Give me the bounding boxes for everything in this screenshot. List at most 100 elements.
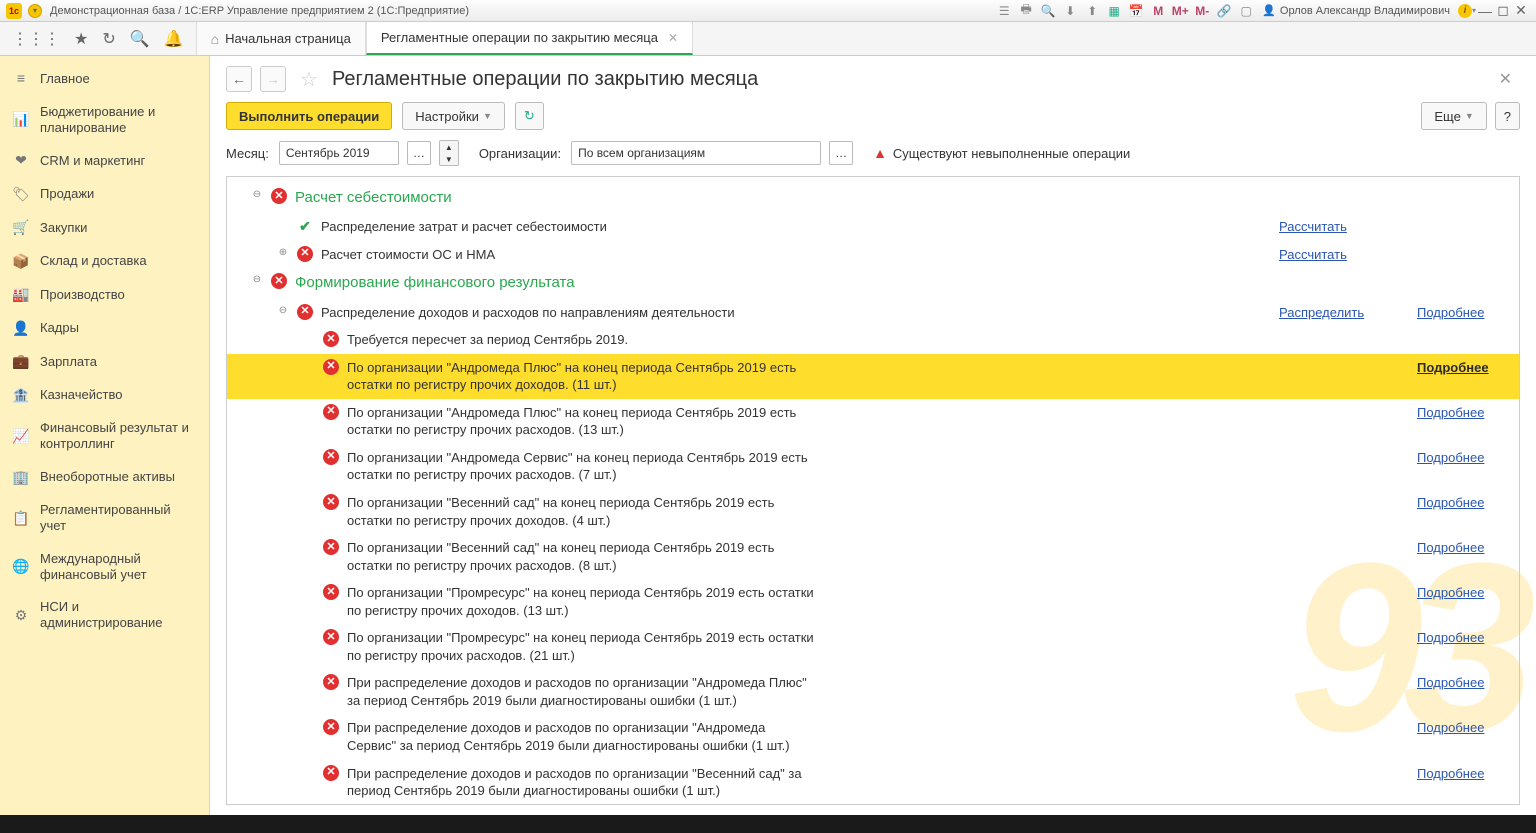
sidebar-item-admin[interactable]: ⚙НСИ и администрирование (0, 591, 209, 640)
tree-row[interactable]: ✕ При распределение доходов и расходов п… (227, 714, 1519, 759)
tree-row[interactable]: ⊖ ✕ Распределение доходов и расходов по … (227, 299, 1519, 327)
details-link[interactable]: Подробнее (1417, 539, 1507, 557)
tab-label: Регламентные операции по закрытию месяца (381, 30, 658, 45)
favorite-icon[interactable]: ☆ (300, 67, 318, 92)
print-icon[interactable]: 🖶 (1018, 3, 1034, 19)
tree-group[interactable]: ⊖ ✕ Расчет себестоимости (227, 183, 1519, 213)
details-link[interactable]: Подробнее (1417, 359, 1507, 377)
sidebar-item-warehouse[interactable]: 📦Склад и доставка (0, 245, 209, 279)
operations-tree[interactable]: ⊖ ✕ Расчет себестоимости ✔ Распределение… (227, 177, 1519, 804)
info-icon[interactable]: i (1458, 4, 1472, 18)
details-link[interactable]: Подробнее (1417, 449, 1507, 467)
help-button[interactable]: ? (1495, 102, 1520, 130)
tree-row[interactable]: ✕ По организации "Весенний сад" на конец… (227, 534, 1519, 579)
sidebar-item-salary[interactable]: 💼Зарплата (0, 345, 209, 379)
error-icon: ✕ (323, 629, 339, 645)
sidebar-item-budgeting[interactable]: 📊Бюджетирование и планирование (0, 96, 209, 145)
upload-icon[interactable]: ⬆ (1084, 3, 1100, 19)
sidebar-item-ifrs[interactable]: 🌐Международный финансовый учет (0, 543, 209, 592)
tree-row[interactable]: ⊕ ✕ Расчет стоимости ОС и НМА Рассчитать… (227, 241, 1519, 269)
collapse-icon[interactable]: ⊖ (277, 304, 289, 318)
tab-home[interactable]: ⌂ Начальная страница (196, 22, 366, 55)
sidebar-item-regulated[interactable]: 📋Регламентированный учет (0, 494, 209, 543)
tree-row[interactable]: ✕ При распределение доходов и расходов п… (227, 669, 1519, 714)
error-icon: ✕ (323, 331, 339, 347)
forward-button[interactable]: → (260, 66, 286, 92)
month-picker-button[interactable]: … (407, 141, 431, 165)
search-icon[interactable]: 🔍 (1040, 3, 1056, 19)
details-link[interactable]: Подробнее (1417, 629, 1507, 647)
sidebar-item-crm[interactable]: ❤CRM и маркетинг (0, 144, 209, 178)
tree-row[interactable]: ✕ По организации "Андромеда Плюс" на кон… (227, 399, 1519, 444)
step-up-icon[interactable]: ▲ (440, 141, 458, 153)
back-button[interactable]: ← (226, 66, 252, 92)
refresh-button[interactable]: ↻ (515, 102, 544, 130)
calendar-icon[interactable]: 📅 (1128, 3, 1144, 19)
current-user[interactable]: 👤 Орлов Александр Владимирович (1262, 4, 1450, 17)
sidebar-item-main[interactable]: ≡Главное (0, 62, 209, 96)
tree-row[interactable]: ✕ По организации "Промресурс" на конец п… (227, 579, 1519, 624)
tree-row[interactable]: ✕ По организации "Промресурс" на конец п… (227, 624, 1519, 669)
month-stepper[interactable]: ▲▼ (439, 140, 459, 166)
app-menu-dropdown[interactable]: ▾ (28, 4, 42, 18)
distribute-link[interactable]: Распределить (1279, 304, 1409, 322)
close-tab-icon[interactable]: ✕ (668, 31, 678, 45)
tree-row[interactable]: ✕ По организации "Андромеда Сервис" на к… (227, 444, 1519, 489)
details-link[interactable]: Подробнее (1417, 765, 1507, 783)
warning-text: Существуют невыполненные операции (893, 146, 1130, 161)
link-icon[interactable]: 🔗 (1216, 3, 1232, 19)
tab-month-close[interactable]: Регламентные операции по закрытию месяца… (366, 22, 693, 55)
m-plus-label[interactable]: M+ (1172, 3, 1188, 19)
collapse-icon[interactable]: ⊖ (251, 188, 263, 202)
tree-group[interactable]: ⊖ ✕ Формирование финансового результата (227, 268, 1519, 298)
tray-icon[interactable]: ☰ (996, 3, 1012, 19)
details-link[interactable]: Подробнее (1417, 584, 1507, 602)
download-icon[interactable]: ⬇ (1062, 3, 1078, 19)
calculate-link[interactable]: Рассчитать (1279, 246, 1409, 264)
month-field[interactable]: Сентябрь 2019 (279, 141, 399, 165)
apps-icon[interactable]: ⋮⋮⋮ (12, 29, 60, 49)
minimize-button[interactable]: — (1476, 3, 1494, 19)
sidebar-item-purchases[interactable]: 🛒Закупки (0, 211, 209, 245)
settings-button[interactable]: Настройки▼ (402, 102, 505, 130)
sidebar-item-production[interactable]: 🏭Производство (0, 278, 209, 312)
sidebar-item-treasury[interactable]: 🏦Казначейство (0, 379, 209, 413)
m-minus-label[interactable]: M- (1194, 3, 1210, 19)
month-label: Месяц: (226, 146, 269, 161)
details-link[interactable]: Подробнее (1417, 304, 1507, 322)
more-button[interactable]: Еще▼ (1421, 102, 1486, 130)
expand-icon[interactable]: ⊕ (277, 246, 289, 260)
sidebar-item-hr[interactable]: 👤Кадры (0, 312, 209, 346)
org-field[interactable]: По всем организациям (571, 141, 821, 165)
tree-row[interactable]: ✔ Распределение затрат и расчет себестои… (227, 213, 1519, 241)
collapse-icon[interactable]: ⊖ (251, 273, 263, 287)
search-icon[interactable]: 🔍 (130, 29, 150, 49)
details-link[interactable]: Подробнее (1417, 719, 1507, 737)
row-label: По организации "Промресурс" на конец пер… (347, 584, 817, 619)
execute-button[interactable]: Выполнить операции (226, 102, 392, 130)
history-icon[interactable]: ↻ (102, 29, 115, 49)
sidebar-item-finresult[interactable]: 📈Финансовый результат и контроллинг (0, 412, 209, 461)
details-link[interactable]: Подробнее (1417, 674, 1507, 692)
sidebar-item-assets[interactable]: 🏢Внеоборотные активы (0, 461, 209, 495)
calculate-link[interactable]: Рассчитать (1279, 218, 1409, 236)
star-icon[interactable]: ★ (74, 29, 88, 49)
page-title: Регламентные операции по закрытию месяца (332, 68, 758, 91)
step-down-icon[interactable]: ▼ (440, 153, 458, 165)
settings-label: Настройки (415, 109, 479, 124)
close-window-button[interactable]: ✕ (1512, 2, 1530, 19)
details-link[interactable]: Подробнее (1417, 404, 1507, 422)
tree-row[interactable]: ✕ По организации "Весенний сад" на конец… (227, 489, 1519, 534)
m-label[interactable]: M (1150, 3, 1166, 19)
calc-icon[interactable]: ▦ (1106, 3, 1122, 19)
org-picker-button[interactable]: … (829, 141, 853, 165)
maximize-button[interactable]: ◻ (1494, 2, 1512, 19)
bell-icon[interactable]: 🔔 (164, 29, 184, 49)
sidebar-item-sales[interactable]: 🏷Продажи (0, 178, 209, 212)
tree-row[interactable]: ✕ При распределение доходов и расходов п… (227, 760, 1519, 804)
tree-row[interactable]: ✕ Требуется пересчет за период Сентябрь … (227, 326, 1519, 354)
window-icon[interactable]: ▢ (1238, 3, 1254, 19)
details-link[interactable]: Подробнее (1417, 494, 1507, 512)
tree-row-selected[interactable]: ✕ По организации "Андромеда Плюс" на кон… (227, 354, 1519, 399)
close-page-button[interactable]: ✕ (1491, 69, 1520, 89)
